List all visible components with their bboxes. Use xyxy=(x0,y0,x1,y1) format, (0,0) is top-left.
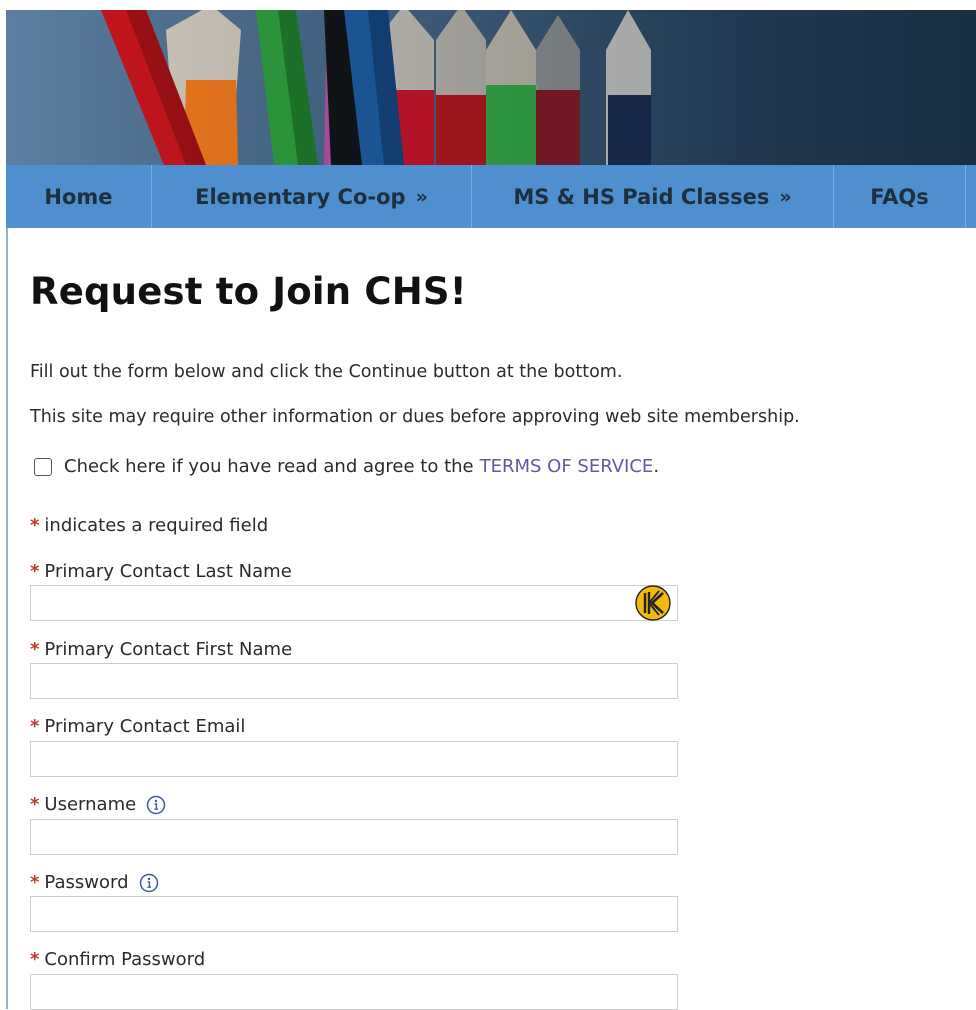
password-label: * Password xyxy=(30,872,159,893)
required-marker: * xyxy=(30,794,40,815)
last-name-input[interactable] xyxy=(30,585,678,621)
field-label-text: Confirm Password xyxy=(44,949,206,970)
required-marker: * xyxy=(30,949,40,970)
intro-text: Fill out the form below and click the Co… xyxy=(30,362,623,382)
nav-item-home[interactable]: Home xyxy=(6,165,152,228)
page-title: Request to Join CHS! xyxy=(30,270,467,313)
email-label: * Primary Contact Email xyxy=(30,716,245,737)
field-label-text: Password xyxy=(44,872,129,893)
required-marker: * xyxy=(30,639,40,660)
username-label: * Username xyxy=(30,794,166,815)
info-circle-icon[interactable] xyxy=(146,795,166,815)
first-name-input[interactable] xyxy=(30,663,678,699)
last-name-label: * Primary Contact Last Name xyxy=(30,561,292,582)
terms-checkbox[interactable] xyxy=(34,457,52,476)
terms-text: Check here if you have read and agree to… xyxy=(64,456,474,477)
nav-item-ms-hs-paid-classes[interactable]: MS & HS Paid Classes » xyxy=(472,165,834,228)
confirm-password-label: * Confirm Password xyxy=(30,949,205,970)
confirm-password-input[interactable] xyxy=(30,974,678,1010)
info-circle-icon[interactable] xyxy=(139,873,159,893)
required-marker: * xyxy=(30,872,40,893)
main-navigation: Home Elementary Co-op » MS & HS Paid Cla… xyxy=(6,165,976,228)
nav-item-label: MS & HS Paid Classes xyxy=(513,184,770,209)
email-input[interactable] xyxy=(30,741,678,777)
first-name-label: * Primary Contact First Name xyxy=(30,639,292,660)
nav-item-label: FAQs xyxy=(870,184,929,209)
submenu-arrow-icon: » xyxy=(415,185,428,208)
nav-item-label: Elementary Co-op xyxy=(195,184,406,209)
required-marker: * xyxy=(30,716,40,737)
main-content: Request to Join CHS! Fill out the form b… xyxy=(30,270,976,1010)
field-label-text: Primary Contact Last Name xyxy=(44,561,292,582)
terms-agreement-row: Check here if you have read and agree to… xyxy=(34,456,659,477)
submenu-arrow-icon: » xyxy=(779,185,792,208)
required-field-note: * indicates a required field xyxy=(30,515,268,536)
field-label-text: Primary Contact First Name xyxy=(44,639,293,660)
membership-notice: This site may require other information … xyxy=(30,407,800,427)
nav-item-label: Home xyxy=(44,184,113,209)
field-label-text: Username xyxy=(44,794,137,815)
colored-pencils-image xyxy=(6,10,976,165)
nav-item-elementary-co-op[interactable]: Elementary Co-op » xyxy=(152,165,472,228)
required-marker: * xyxy=(30,561,40,582)
page-left-border xyxy=(6,228,8,1009)
password-input[interactable] xyxy=(30,896,678,932)
keeper-icon[interactable] xyxy=(635,585,671,621)
field-label-text: Primary Contact Email xyxy=(44,716,246,737)
terms-suffix: . xyxy=(653,456,660,477)
required-marker: * xyxy=(30,515,40,536)
terms-of-service-link[interactable]: TERMS OF SERVICE xyxy=(480,456,654,477)
required-note-text: indicates a required field xyxy=(44,515,269,536)
nav-item-faqs[interactable]: FAQs xyxy=(834,165,966,228)
header-banner xyxy=(6,10,976,165)
username-input[interactable] xyxy=(30,819,678,855)
